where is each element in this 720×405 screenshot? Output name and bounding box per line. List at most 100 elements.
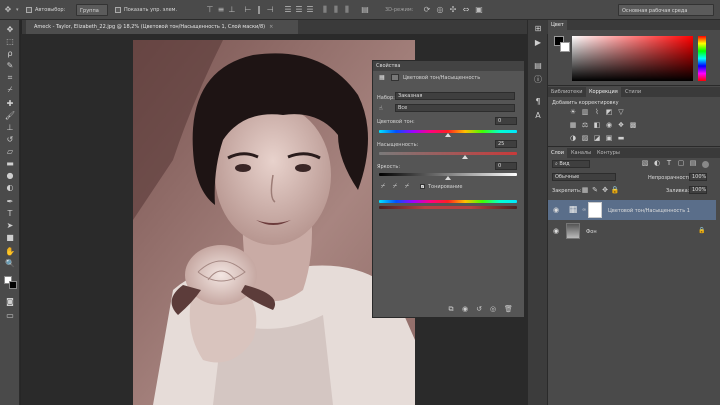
fill-field[interactable]: 100%	[689, 186, 707, 194]
channel-dropdown[interactable]: Все	[395, 104, 515, 112]
gradient-icon[interactable]: ▬	[4, 158, 16, 169]
lightness-value-field[interactable]: 0	[495, 162, 517, 170]
hue-value-field[interactable]: 0	[495, 117, 517, 125]
tab-libraries[interactable]: Библиотеки	[548, 87, 586, 97]
marquee-icon[interactable]: ⬚	[4, 36, 16, 47]
roll-3d-icon[interactable]: ◎	[435, 5, 445, 15]
layer-row[interactable]: ◉ ▦ ∞ Цветовой тон/Насыщенность 1	[548, 200, 716, 220]
hand-icon[interactable]: ✋	[4, 246, 16, 257]
align-center-icon[interactable]: ‖	[254, 5, 264, 15]
hue-saturation-icon[interactable]: ▦	[568, 121, 578, 130]
distribute-center-icon[interactable]: ⫼	[331, 5, 341, 15]
clip-to-layer-icon[interactable]: ⧉	[447, 305, 455, 313]
adjustment-icon[interactable]: ▦	[379, 74, 387, 81]
selective-color-icon[interactable]: ▣	[604, 134, 614, 143]
saturation-slider-thumb[interactable]	[462, 155, 469, 159]
info-panel-icon[interactable]: ⓘ	[532, 74, 544, 86]
layer-mask-thumbnail[interactable]	[588, 202, 602, 218]
eyedropper-subtract-icon[interactable]: ⌿	[403, 182, 411, 190]
color-lookup-icon[interactable]: ▩	[628, 121, 638, 130]
tab-paths[interactable]: Контуры	[594, 148, 623, 158]
levels-icon[interactable]: ▥	[580, 108, 590, 117]
quick-mask-icon[interactable]: ◙	[4, 296, 16, 307]
invert-icon[interactable]: ◑	[568, 134, 578, 143]
eye-icon[interactable]: ◉	[553, 206, 559, 214]
healing-icon[interactable]: ✚	[4, 98, 16, 109]
orbit-3d-icon[interactable]: ⟳	[422, 5, 432, 15]
tab-channels[interactable]: Каналы	[568, 148, 594, 158]
saturation-value-field[interactable]: 25	[495, 140, 517, 148]
visibility-icon[interactable]: ◎	[489, 305, 497, 313]
filter-toggle[interactable]	[702, 161, 709, 168]
align-middle-icon[interactable]: ≡	[216, 5, 226, 15]
dropdown-arrow-icon[interactable]: ▾	[16, 4, 19, 16]
distribute-top-icon[interactable]: ☰	[283, 5, 293, 15]
move-tool-icon[interactable]: ✥	[3, 5, 13, 15]
mask-icon[interactable]	[391, 74, 399, 81]
layer-row[interactable]: ◉ Фон 🔒	[548, 221, 716, 241]
color-field[interactable]	[572, 36, 693, 81]
curves-icon[interactable]: ⌇	[592, 108, 602, 117]
view-previous-icon[interactable]: ◉	[461, 305, 469, 313]
align-right-icon[interactable]: ⊣	[265, 5, 275, 15]
scale-3d-icon[interactable]: ▣	[474, 5, 484, 15]
clone-stamp-icon[interactable]: ⊥	[4, 122, 16, 133]
screen-mode-icon[interactable]: ▭	[4, 310, 16, 321]
show-transform-checkbox[interactable]: Показать упр. элем.	[115, 4, 177, 16]
document-tab[interactable]: Ameck - Taylor, Elizabeth_22.jpg @ 18,2%…	[26, 20, 298, 34]
channel-mixer-icon[interactable]: ❖	[616, 121, 626, 130]
layer-name[interactable]: Цветовой тон/Насыщенность 1	[608, 208, 690, 214]
crop-icon[interactable]: ⌗	[4, 72, 16, 83]
eraser-icon[interactable]: ▱	[4, 146, 16, 157]
on-image-adjust-icon[interactable]: ☝	[379, 105, 389, 112]
trash-icon[interactable]: 🗑	[504, 305, 513, 313]
align-top-icon[interactable]: ⊤	[205, 5, 215, 15]
eyedropper-add-icon[interactable]: ⌿	[391, 182, 399, 190]
hue-slider-thumb[interactable]	[445, 133, 451, 137]
brightness-icon[interactable]: ☀	[568, 108, 578, 117]
move-icon[interactable]: ✥	[4, 24, 16, 35]
eyedropper-icon[interactable]: ⌿	[4, 84, 16, 95]
shape-icon[interactable]: ■	[4, 232, 16, 243]
eye-icon[interactable]: ◉	[553, 227, 559, 235]
filter-adjustment-icon[interactable]: ◐	[652, 159, 662, 168]
vibrance-icon[interactable]: ▽	[616, 108, 626, 117]
path-select-icon[interactable]: ➤	[4, 220, 16, 231]
tab-layers[interactable]: Слои	[548, 148, 567, 158]
color-balance-icon[interactable]: ⚖	[580, 121, 590, 130]
tab-styles[interactable]: Стили	[622, 87, 644, 97]
chain-link-icon[interactable]: ∞	[582, 207, 586, 213]
distribute-left-icon[interactable]: ⫼	[320, 5, 330, 15]
actions-panel-icon[interactable]: ▶	[532, 37, 544, 49]
filter-pixel-icon[interactable]: ▧	[640, 159, 650, 168]
align-left-icon[interactable]: ⊢	[243, 5, 253, 15]
type-icon[interactable]: T	[4, 208, 16, 219]
auto-align-icon[interactable]: ▤	[360, 5, 370, 15]
close-icon[interactable]: ×	[269, 24, 273, 30]
dodge-icon[interactable]: ◐	[4, 182, 16, 193]
character-panel-icon[interactable]: A	[532, 110, 544, 122]
blend-mode-dropdown[interactable]: Обычные	[552, 173, 616, 181]
eyedropper-sample-icon[interactable]: ⌿	[379, 182, 387, 190]
lock-position-icon[interactable]: ✥	[600, 186, 610, 195]
layer-name[interactable]: Фон	[586, 229, 597, 235]
distribute-middle-icon[interactable]: ☰	[294, 5, 304, 15]
photo-filter-icon[interactable]: ◉	[604, 121, 614, 130]
background-swatch[interactable]	[560, 42, 570, 52]
lock-transparent-icon[interactable]: ▦	[580, 186, 590, 195]
align-bottom-icon[interactable]: ⊥	[227, 5, 237, 15]
history-brush-icon[interactable]: ↺	[4, 134, 16, 145]
slide-3d-icon[interactable]: ⇔	[461, 5, 471, 15]
exposure-icon[interactable]: ◩	[604, 108, 614, 117]
blur-icon[interactable]: ●	[4, 170, 16, 181]
pen-icon[interactable]: ✒	[4, 196, 16, 207]
distribute-right-icon[interactable]: ⫼	[342, 5, 352, 15]
threshold-icon[interactable]: ◪	[592, 134, 602, 143]
history-panel-icon[interactable]: ⊞	[532, 23, 544, 35]
properties-panel-icon[interactable]: ▤	[532, 60, 544, 72]
black-white-icon[interactable]: ◧	[592, 121, 602, 130]
preset-dropdown[interactable]: Заказная	[395, 92, 515, 100]
lock-all-icon[interactable]: 🔒	[610, 186, 620, 195]
paragraph-panel-icon[interactable]: ¶	[532, 96, 544, 108]
saturation-slider[interactable]	[379, 152, 517, 155]
